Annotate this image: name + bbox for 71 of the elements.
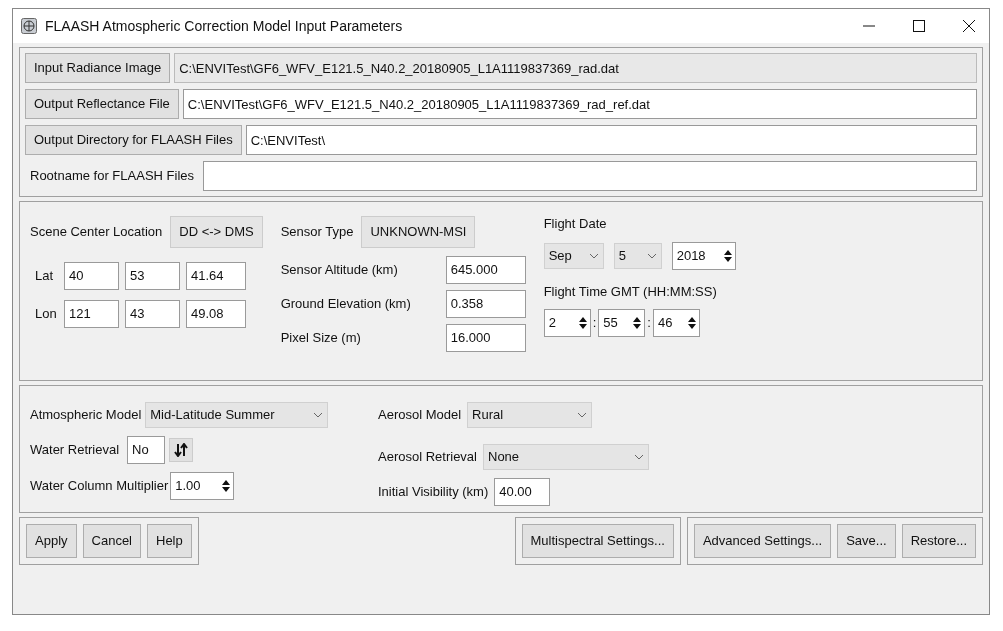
- path-field[interactable]: [203, 161, 977, 191]
- push-button[interactable]: Save...: [837, 524, 896, 558]
- path-field[interactable]: C:\ENVITest\GF6_WFV_E121.5_N40.2_20180905_L1A1119837369_rad.dat: [174, 53, 977, 83]
- dropdown[interactable]: None: [483, 444, 649, 470]
- input-field[interactable]: 40.00: [494, 478, 551, 506]
- swap-arrows-icon: [174, 443, 189, 457]
- caret-icon: [588, 252, 599, 259]
- field-label: Lat: [35, 267, 55, 286]
- input-field[interactable]: 41.64: [186, 262, 246, 290]
- field-label: Pixel Size (m): [280, 329, 361, 348]
- spinner-arrows-icon[interactable]: [686, 316, 697, 330]
- field-label: Ground Elevation (km): [280, 295, 411, 314]
- field-label: Water Column Multiplier: [30, 477, 169, 496]
- spin-field[interactable]: 46: [652, 309, 700, 337]
- field-label: Sensor Altitude (km): [280, 261, 398, 280]
- field-label: Scene Center Location: [30, 223, 163, 242]
- push-button[interactable]: Output Directory for FLAASH Files: [25, 125, 242, 155]
- caret-icon: [577, 412, 588, 418]
- input-field[interactable]: 645.000: [445, 256, 526, 284]
- spinner-arrows-icon[interactable]: [632, 316, 643, 330]
- input-field[interactable]: 43: [125, 300, 180, 328]
- path-field[interactable]: C:\ENVITest\GF6_WFV_E121.5_N40.2_20180905_L1A1119837369_rad_ref.dat: [182, 89, 977, 119]
- push-button[interactable]: UNKNOWN-MSI: [361, 216, 476, 248]
- globe-icon: [21, 18, 37, 34]
- dropdown[interactable]: Rural: [467, 402, 593, 428]
- field-label: Atmospheric Model: [30, 406, 142, 425]
- maximize-icon[interactable]: [913, 20, 925, 32]
- field-label: Lon: [35, 305, 58, 324]
- time-separator: :: [647, 314, 651, 333]
- input-field[interactable]: 121: [64, 300, 119, 328]
- toggle-button[interactable]: [169, 438, 194, 462]
- field-label: Aerosol Model: [378, 406, 462, 425]
- input-field[interactable]: 0.358: [445, 290, 526, 318]
- push-button[interactable]: DD <-> DMS: [170, 216, 263, 248]
- push-button[interactable]: Output Reflectance File: [25, 89, 179, 119]
- input-field[interactable]: No: [127, 436, 166, 464]
- caret-icon: [646, 252, 657, 259]
- spin-field[interactable]: 2018: [671, 241, 736, 270]
- field-label: Flight Time GMT (HH:MM:SS): [543, 282, 718, 301]
- field-label: Initial Visibility (km): [378, 483, 489, 502]
- push-button[interactable]: Advanced Settings...: [693, 524, 832, 558]
- input-field[interactable]: 40: [64, 262, 119, 290]
- window-title: FLAASH Atmospheric Correction Model Input Parameters: [45, 16, 404, 36]
- close-icon[interactable]: [963, 20, 975, 32]
- spinner-arrows-icon[interactable]: [722, 248, 733, 263]
- caret-icon: [313, 412, 324, 418]
- field-label: Sensor Type: [280, 223, 354, 242]
- input-field[interactable]: 53: [125, 262, 180, 290]
- caret-icon: [634, 454, 644, 460]
- push-button[interactable]: Multispectral Settings...: [521, 524, 674, 558]
- spin-field[interactable]: 55: [598, 309, 646, 337]
- field-label: Aerosol Retrieval: [378, 448, 477, 467]
- dropdown[interactable]: Sep: [543, 242, 604, 269]
- dropdown[interactable]: Mid-Latitude Summer: [145, 402, 329, 428]
- spin-field[interactable]: 1.00: [170, 472, 235, 500]
- spinner-arrows-icon[interactable]: [221, 479, 232, 493]
- dropdown[interactable]: 5: [613, 242, 662, 269]
- field-label: Flight Date: [543, 215, 608, 233]
- input-field[interactable]: 16.000: [445, 324, 526, 352]
- field-label: Water Retrieval: [30, 441, 120, 460]
- field-label: Rootname for FLAASH Files: [29, 167, 195, 186]
- push-button[interactable]: Apply: [26, 524, 77, 558]
- spinner-arrows-icon[interactable]: [577, 316, 588, 330]
- push-button[interactable]: Help: [147, 524, 192, 558]
- push-button[interactable]: Input Radiance Image: [25, 53, 171, 83]
- time-separator: :: [592, 314, 597, 333]
- input-field[interactable]: 49.08: [186, 300, 246, 328]
- path-field[interactable]: C:\ENVITest\: [245, 125, 977, 155]
- push-button[interactable]: Restore...: [901, 524, 976, 558]
- push-button[interactable]: Cancel: [82, 524, 141, 558]
- spin-field[interactable]: 2: [543, 309, 591, 337]
